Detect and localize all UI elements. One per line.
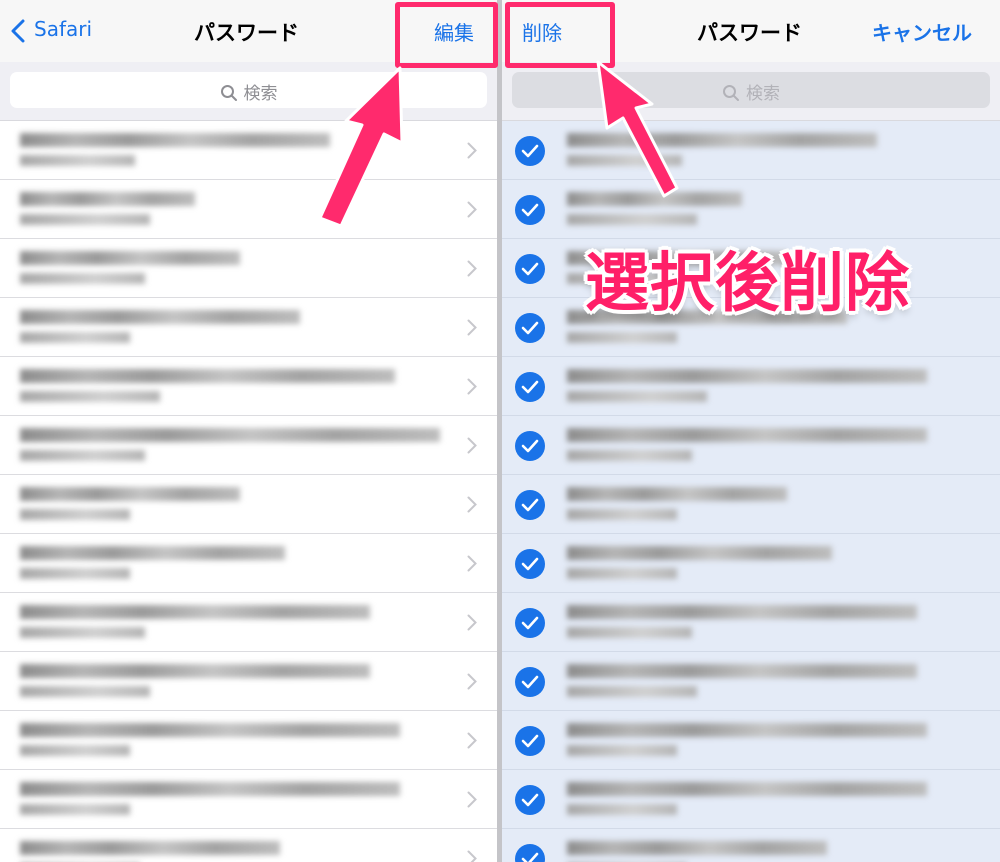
annotation-arrows	[318, 60, 679, 228]
arrow-to-delete-icon	[596, 60, 679, 198]
arrow-to-edit-icon	[318, 66, 404, 228]
annotation-label: 選択後削除	[585, 247, 910, 321]
